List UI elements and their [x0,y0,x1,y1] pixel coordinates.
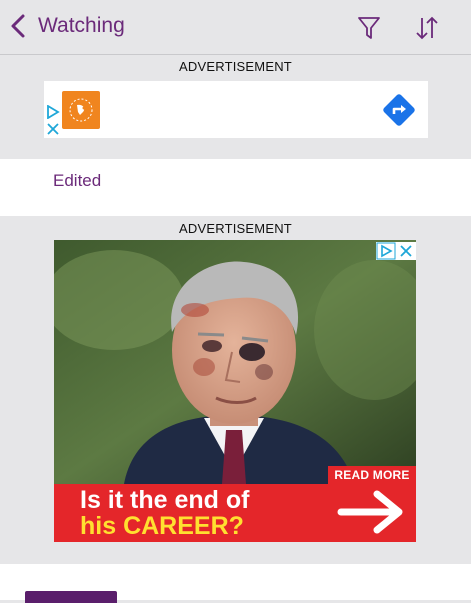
list-item-label: Edited [53,171,102,190]
ad-headline-line1: Is it the end of [80,486,250,514]
logo-icon [69,98,93,122]
action-button[interactable] [25,591,117,603]
directions-icon[interactable] [382,93,416,127]
bottom-section [0,564,471,603]
ad-photo [54,240,416,484]
read-more-button[interactable]: READ MORE [328,466,416,484]
advertiser-logo [62,91,100,129]
close-icon[interactable] [47,123,59,135]
sort-icon[interactable] [414,14,440,42]
ad-headline-line2: his CAREER? [80,512,244,540]
page-title: Watching [38,14,125,37]
banner-ad[interactable] [44,81,428,138]
adchoices-icon[interactable] [376,242,416,260]
adchoices-icon[interactable] [46,105,60,119]
display-ad[interactable]: READ MORE Is it the end of his CAREER? [54,240,416,542]
chevron-left-icon[interactable] [9,13,27,39]
arrow-right-icon[interactable] [337,488,407,536]
top-bar: Watching [0,0,471,55]
list-item[interactable]: Edited [0,159,471,216]
filter-icon[interactable] [357,15,381,41]
adchoices-badge[interactable] [376,242,416,260]
advertisement-label: ADVERTISEMENT [179,59,292,74]
advertisement-label: ADVERTISEMENT [179,221,292,236]
